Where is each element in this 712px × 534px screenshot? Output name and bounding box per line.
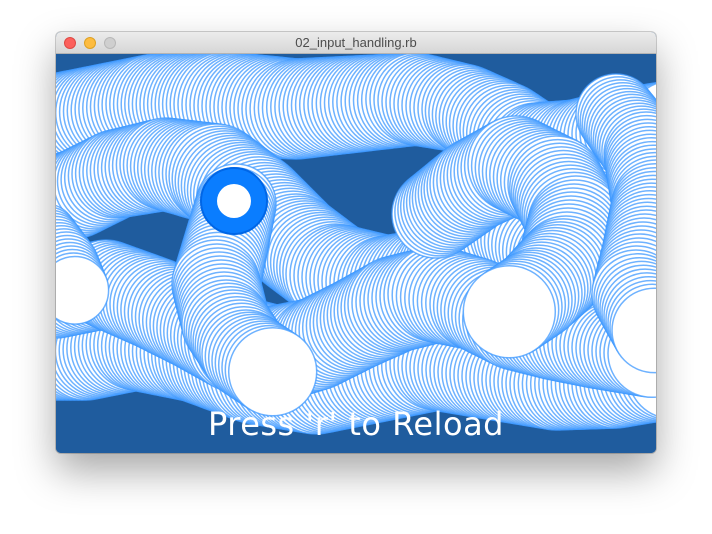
reload-instruction: Press 'r' to Reload bbox=[208, 405, 504, 443]
trail-circle bbox=[227, 327, 318, 417]
drawing-canvas[interactable]: Press 'r' to Reload bbox=[56, 54, 656, 453]
window-title: 02_input_handling.rb bbox=[295, 35, 417, 50]
app-window: 02_input_handling.rb Press 'r' to Reload bbox=[56, 32, 656, 453]
cursor-circle bbox=[200, 167, 268, 235]
circle-trail-drawing bbox=[56, 54, 656, 453]
title-bar[interactable]: 02_input_handling.rb bbox=[56, 32, 656, 54]
trail-circle bbox=[462, 265, 557, 359]
cursor-center bbox=[217, 184, 251, 218]
